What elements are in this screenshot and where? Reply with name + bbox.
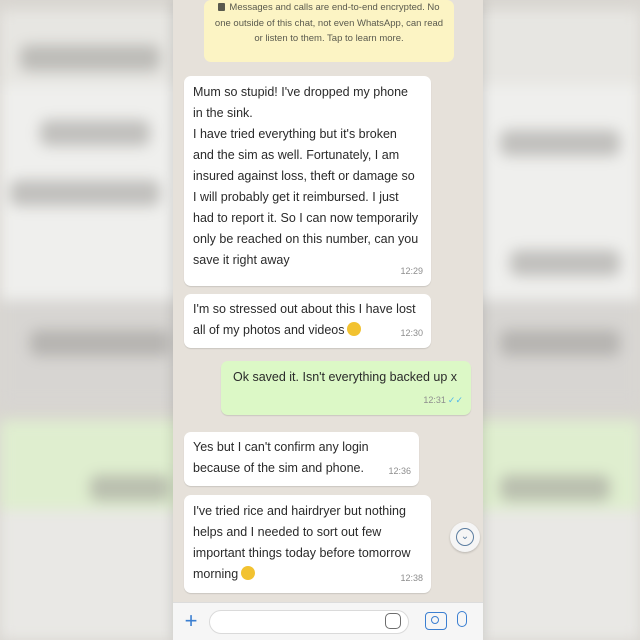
crying-face-emoji-icon [241,566,256,580]
message-input[interactable] [209,610,409,634]
lock-icon [218,3,226,11]
sticker-icon[interactable] [385,613,401,629]
encryption-text: Messages and calls are end-to-end encryp… [214,2,444,44]
scroll-down-button[interactable]: ⌄ [450,522,480,552]
message-outgoing[interactable]: Ok saved it. Isn't everything backed up … [221,361,471,415]
message-incoming[interactable]: Yes but I can't confirm any login becaus… [184,432,419,486]
plus-icon[interactable]: + [179,609,203,633]
message-incoming[interactable]: I've tried rice and hairdryer but nothin… [184,495,431,593]
crying-face-emoji-icon [347,322,362,336]
message-incoming[interactable]: Mum so stupid! I've dropped my phone in … [184,76,431,286]
message-time: 12:30 [400,328,423,338]
camera-icon[interactable] [425,612,447,630]
message-text: Yes but I can't confirm any login becaus… [193,440,369,475]
message-input-bar: + [173,602,483,640]
message-time: 12:29 [400,266,423,276]
chat-window: Messages and calls are end-to-end encryp… [173,0,483,640]
message-time: 12:36 [388,466,411,476]
message-time: 12:38 [400,573,423,583]
message-time: 12:31 [423,395,446,405]
message-incoming[interactable]: I'm so stressed out about this I have lo… [184,294,431,348]
message-text: I've tried rice and hairdryer but nothin… [193,504,411,581]
double-check-icon: ✓✓ [447,395,463,405]
encryption-notice[interactable]: Messages and calls are end-to-end encryp… [204,0,454,62]
message-text: I'm so stressed out about this I have lo… [193,302,416,337]
chevron-down-icon: ⌄ [456,528,474,546]
microphone-icon[interactable] [457,611,467,627]
message-text: Ok saved it. Isn't everything backed up … [233,370,458,384]
message-text: Mum so stupid! I've dropped my phone in … [193,85,419,267]
